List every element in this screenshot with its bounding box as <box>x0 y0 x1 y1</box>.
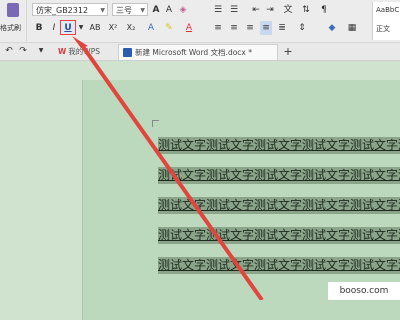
annotation-arrow <box>72 36 264 300</box>
arrow-head <box>72 36 88 48</box>
watermark: booso.com <box>328 282 400 300</box>
arrow-shaft <box>79 42 264 300</box>
